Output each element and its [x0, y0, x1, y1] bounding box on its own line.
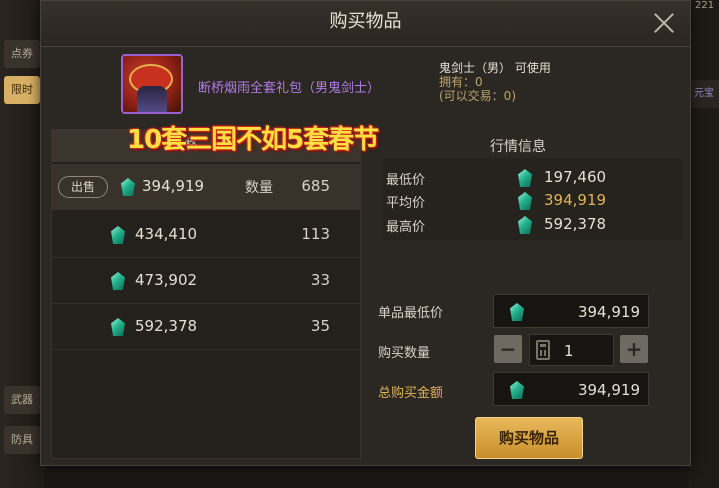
listing-qty: 113	[301, 225, 330, 243]
listing-price: 434,410	[135, 225, 198, 243]
dialog-title: 购买物品	[329, 11, 402, 32]
item-icon[interactable]	[121, 54, 183, 114]
plus-icon: +	[625, 337, 643, 361]
listing-qty: 35	[310, 317, 330, 335]
listing-price: 592,378	[135, 317, 198, 335]
total-value: 394,919	[577, 381, 640, 399]
close-icon[interactable]	[652, 11, 676, 35]
listing-qty: 685	[301, 177, 330, 195]
item-info: 鬼剑士（男） 可使用 拥有：0 (可以交易：0)	[439, 61, 551, 103]
buy-button[interactable]: 购买物品	[475, 417, 583, 459]
bg-tab-points[interactable]: 点券	[4, 40, 40, 68]
listing-qty-label: 数量	[245, 180, 273, 196]
bg-tab-weapon[interactable]: 武器	[4, 386, 40, 414]
listing-row[interactable]: 434,410 113	[52, 212, 360, 258]
unit-low-label: 单品最低价	[378, 306, 444, 321]
item-usable-by: 鬼剑士（男） 可使用	[439, 61, 551, 75]
gem-icon	[111, 226, 125, 244]
market-max-value: 592,378	[544, 215, 607, 233]
background-right: 221 元宝	[689, 0, 719, 488]
quantity-input[interactable]: 1	[529, 334, 614, 366]
total-label: 总购买金额	[378, 386, 444, 401]
gem-icon	[111, 318, 125, 336]
market-max-label: 最高价	[386, 220, 426, 235]
listings-panel: 价格 出售 394,919 数量 685 434,410 113 473,902…	[51, 129, 361, 459]
listing-price: 473,902	[135, 271, 198, 289]
item-figure-graphic	[137, 86, 167, 112]
gem-icon	[111, 272, 125, 290]
listing-row[interactable]: 473,902 33	[52, 258, 360, 304]
item-owned: 拥有：0	[439, 75, 483, 89]
market-avg-label: 平均价	[386, 196, 426, 211]
sell-button[interactable]: 出售	[58, 176, 108, 198]
unit-low-value: 394,919	[577, 303, 640, 321]
item-name: 断桥烟雨全套礼包（男鬼剑士）	[198, 81, 381, 96]
market-info-title: 行情信息	[490, 139, 546, 155]
background-sidebar: 点券 限时 武器 防具	[0, 0, 44, 488]
bg-right-tag[interactable]: 元宝	[689, 80, 719, 108]
market-info-panel	[383, 158, 683, 240]
bg-tab-limited[interactable]: 限时	[4, 76, 40, 104]
listing-qty: 33	[310, 271, 330, 289]
gem-icon	[121, 178, 135, 196]
quantity-value: 1	[564, 342, 574, 360]
unit-low-field: 394,919	[493, 294, 649, 328]
market-avg-value: 394,919	[544, 191, 607, 209]
bg-right-counter: 221	[695, 0, 715, 11]
listing-row[interactable]: 出售 394,919 数量 685	[52, 164, 360, 210]
listing-price: 394,919	[142, 177, 205, 195]
market-min-value: 197,460	[544, 168, 607, 186]
qty-label: 购买数量	[378, 346, 431, 361]
item-tradable: (可以交易：0)	[439, 89, 516, 103]
promo-banner-text: 10套三国不如5套春节	[127, 125, 379, 155]
listing-row[interactable]: 592,378 35	[52, 304, 360, 350]
qty-plus-button[interactable]: +	[620, 335, 648, 363]
gem-icon	[510, 381, 524, 399]
gem-icon	[510, 303, 524, 321]
qty-minus-button[interactable]: −	[494, 335, 522, 363]
market-min-label: 最低价	[386, 173, 426, 188]
minus-icon: −	[499, 337, 517, 361]
bg-tab-armor[interactable]: 防具	[4, 426, 40, 454]
calculator-icon[interactable]	[536, 340, 550, 360]
total-field: 394,919	[493, 372, 649, 406]
